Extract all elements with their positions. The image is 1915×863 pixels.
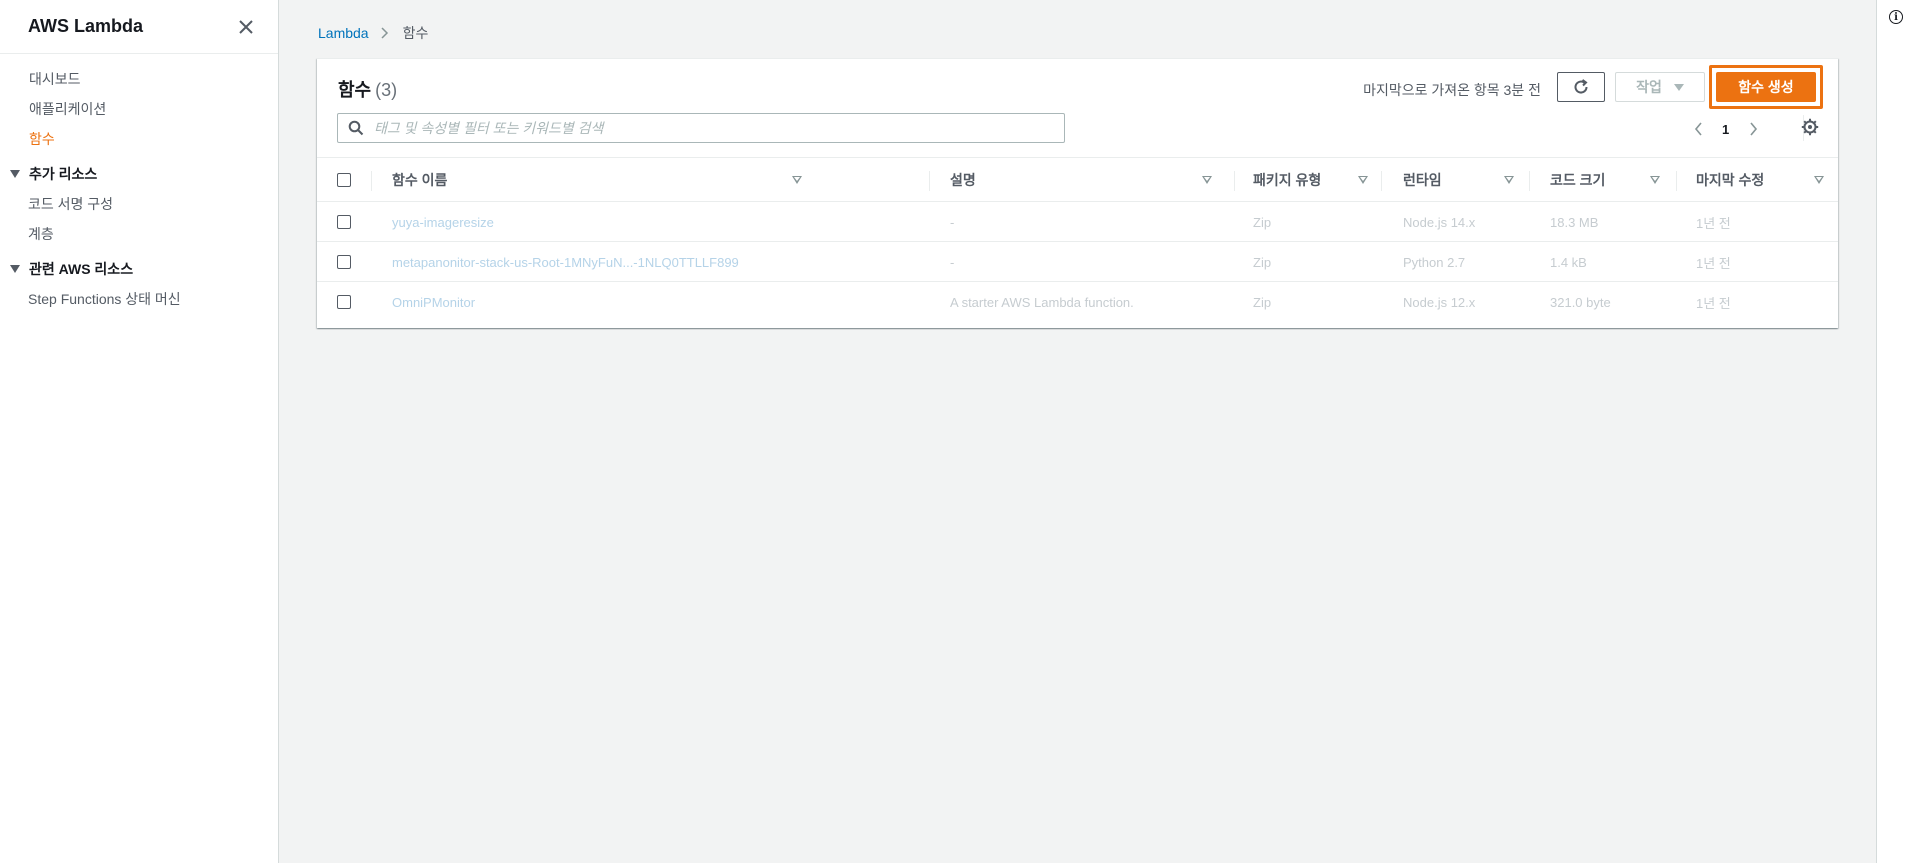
function-package-type: Zip [1253,254,1272,270]
function-name-link[interactable]: metapanonitor-stack-us-Root-1MNyFuN...-1… [392,242,912,282]
column-header-label: 설명 [950,172,976,188]
create-function-button[interactable]: 함수 생성 [1716,72,1816,102]
column-separator [929,171,930,191]
sort-icon [1814,176,1824,184]
actions-dropdown[interactable]: 작업 [1615,72,1705,102]
sidebar-list: 대시보드 애플리케이션 함수 추가 리소스 코드 서명 구성 계층 관련 AWS… [0,54,278,314]
sort-icon [1504,176,1514,184]
breadcrumb: Lambda 함수 [318,23,428,43]
caret-down-icon [1673,83,1684,91]
select-all-cell [337,158,351,202]
chevron-right-icon[interactable] [1746,121,1760,137]
column-separator [371,171,372,191]
functions-panel: 함수(3) 마지막으로 가져온 항목 3분 전 작업 함수 생성 1 [317,58,1838,328]
function-runtime: Python 2.7 [1403,254,1466,270]
sort-icon [1202,176,1212,184]
actions-label: 작업 [1636,79,1662,95]
refresh-button[interactable] [1557,72,1605,102]
table-row[interactable]: OmniPMonitor A starter AWS Lambda functi… [317,282,1838,322]
create-function-focus-ring: 함수 생성 [1709,65,1823,109]
close-icon[interactable] [236,17,256,37]
sidebar-header: AWS Lambda [0,0,278,54]
function-last-modified: 1년 전 [1696,255,1731,271]
table-row[interactable]: yuya-imageresize - Zip Node.js 14.x 18.3… [317,202,1838,242]
sidebar-section-related-aws[interactable]: 관련 AWS 리소스 [0,253,278,284]
column-header-code-size[interactable]: 코드 크기 [1550,158,1670,202]
column-header-label: 패키지 유형 [1253,172,1322,188]
column-header-label: 함수 이름 [392,172,448,188]
function-name-link[interactable]: OmniPMonitor [392,282,912,322]
column-header-package-type[interactable]: 패키지 유형 [1253,158,1383,202]
info-icon[interactable]: i [1889,10,1903,24]
column-separator [1234,171,1235,191]
gear-icon[interactable] [1801,118,1819,136]
row-checkbox-cell [337,242,351,282]
function-count: (3) [375,80,398,100]
sidebar-item-dashboard[interactable]: 대시보드 [0,64,278,94]
function-description: - [950,254,955,270]
caret-down-icon [10,169,20,178]
row-checkbox-cell [337,202,351,242]
column-header-label: 코드 크기 [1550,172,1606,188]
function-code-size: 321.0 byte [1550,294,1611,310]
sidebar-section-additional-resources[interactable]: 추가 리소스 [0,158,278,189]
search-icon [348,120,364,136]
sidebar-title[interactable]: AWS Lambda [28,16,143,37]
function-package-type: Zip [1253,294,1272,310]
chevron-right-icon [381,27,391,39]
column-separator [1529,171,1530,191]
column-header-runtime[interactable]: 런타임 [1403,158,1533,202]
sort-icon [792,176,802,184]
select-all-checkbox[interactable] [337,173,351,187]
last-fetched-text: 마지막으로 가져온 항목 3분 전 [1363,82,1541,98]
tools-panel: i [1876,0,1915,863]
panel-title-text: 함수 [338,80,372,100]
sidebar-item-code-signing[interactable]: 코드 서명 구성 [0,189,278,219]
sidebar-section-label: 관련 AWS 리소스 [29,260,134,277]
table-row[interactable]: metapanonitor-stack-us-Root-1MNyFuN...-1… [317,242,1838,282]
function-runtime: Node.js 14.x [1403,214,1476,230]
sidebar-item-functions[interactable]: 함수 [0,124,278,154]
column-separator [1381,171,1382,191]
function-package-type: Zip [1253,214,1272,230]
table-header: 함수 이름 설명 패키지 유형 런타임 코드 크기 마지막 수정 [317,157,1838,202]
column-header-label: 마지막 수정 [1696,172,1765,188]
panel-title: 함수 (3) [338,76,397,102]
sort-icon [1650,176,1660,184]
function-code-size: 18.3 MB [1550,214,1599,230]
function-runtime: Node.js 12.x [1403,294,1476,310]
column-separator [1676,171,1677,191]
row-checkbox[interactable] [337,295,351,309]
side-navigation: AWS Lambda 대시보드 애플리케이션 함수 추가 리소스 코드 서명 구… [0,0,279,863]
column-header-label: 런타임 [1403,172,1442,188]
page-number[interactable]: 1 [1722,122,1729,137]
pagination: 1 [1691,119,1760,139]
function-description: A starter AWS Lambda function. [950,294,1134,310]
refresh-icon [1574,79,1588,94]
row-checkbox[interactable] [337,215,351,229]
function-last-modified: 1년 전 [1696,295,1731,311]
caret-down-icon [10,264,20,273]
search-box[interactable] [337,113,1065,143]
search-input[interactable] [374,120,1054,136]
sort-icon [1358,176,1368,184]
column-header-description[interactable]: 설명 [950,158,1220,202]
function-code-size: 1.4 kB [1550,254,1587,270]
sidebar-section-label: 추가 리소스 [29,165,98,182]
row-checkbox-cell [337,282,351,322]
breadcrumb-lambda[interactable]: Lambda [318,25,369,41]
sidebar-item-applications[interactable]: 애플리케이션 [0,94,278,124]
chevron-left-icon[interactable] [1691,121,1705,137]
function-description: - [950,214,955,230]
row-checkbox[interactable] [337,255,351,269]
sidebar-item-step-functions[interactable]: Step Functions 상태 머신 [0,284,278,314]
column-header-last-modified[interactable]: 마지막 수정 [1696,158,1826,202]
breadcrumb-current: 함수 [402,25,429,41]
sidebar-item-layers[interactable]: 계층 [0,219,278,249]
function-last-modified: 1년 전 [1696,215,1731,231]
function-name-link[interactable]: yuya-imageresize [392,202,912,242]
column-header-name[interactable]: 함수 이름 [392,158,812,202]
